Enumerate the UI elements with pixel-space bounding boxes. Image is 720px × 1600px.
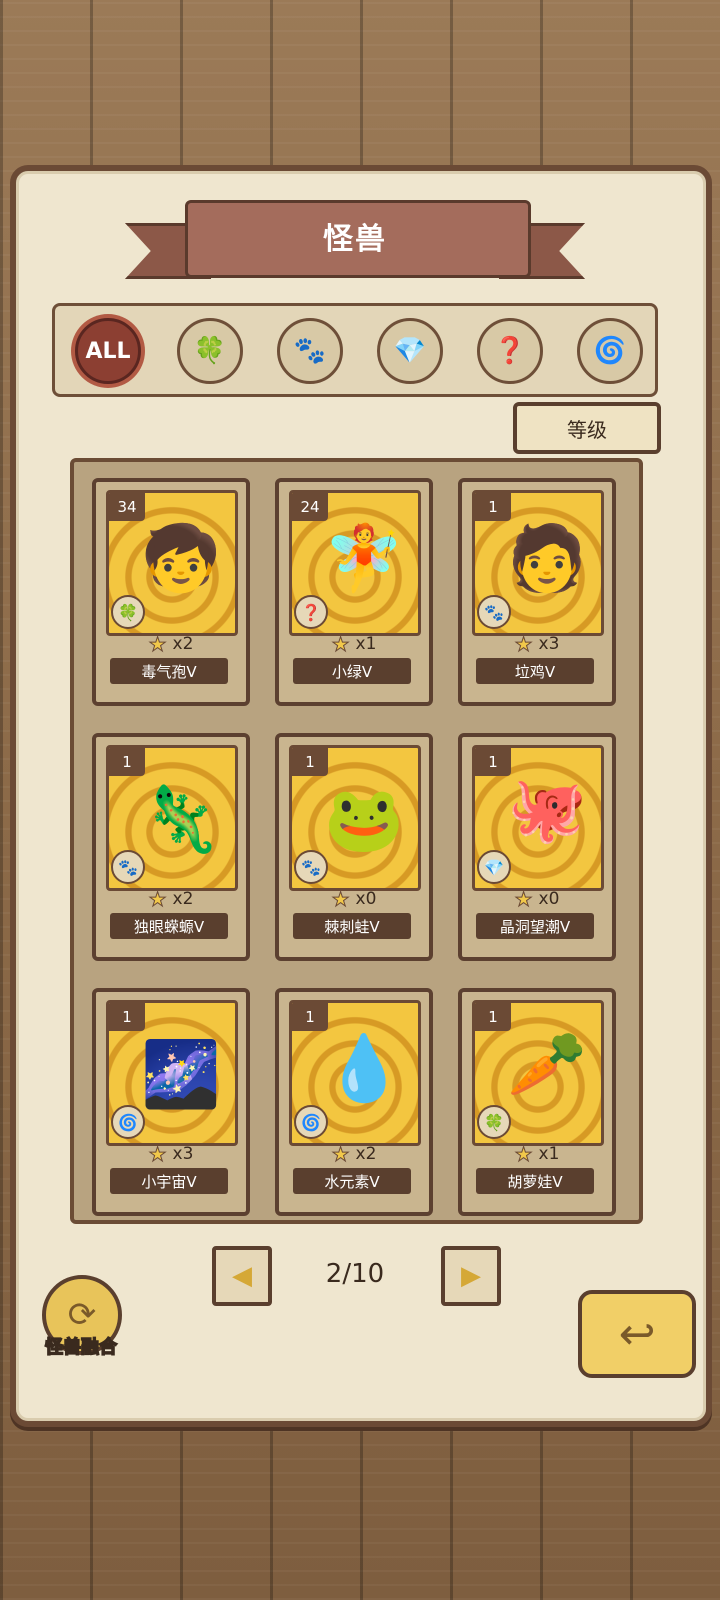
star-icon: ★	[331, 1142, 350, 1167]
fusion-label: 怪兽融合	[44, 1336, 118, 1359]
monster-card[interactable]: 🧚 24 ❓ ★ x1 小绿V	[275, 478, 433, 706]
monster-portrait: 🌌	[141, 1038, 221, 1112]
monster-portrait: 🧚	[324, 522, 404, 596]
card-art: 🥕 1 🍀	[472, 1000, 604, 1146]
level-badge: 1	[292, 1003, 328, 1031]
star-count: ★ x3	[148, 1142, 194, 1167]
monster-card[interactable]: 💧 1 🌀 ★ x2 水元素V	[275, 988, 433, 1216]
monster-name: 水元素V	[293, 1168, 411, 1194]
filter-swirl-button[interactable]: 🌀	[577, 318, 643, 384]
star-count: ★ x1	[331, 632, 377, 657]
level-badge: 1	[292, 748, 328, 776]
card-art: 🦎 1 🐾	[106, 745, 238, 891]
card-art: 🌌 1 🌀	[106, 1000, 238, 1146]
level-badge: 24	[292, 493, 328, 521]
star-count: ★ x1	[514, 1142, 560, 1167]
next-page-button[interactable]: ▶	[441, 1246, 501, 1306]
card-art: 💧 1 🌀	[289, 1000, 421, 1146]
card-art: 🐸 1 🐾	[289, 745, 421, 891]
star-icon: ★	[514, 1142, 533, 1167]
card-art: 🧚 24 ❓	[289, 490, 421, 636]
return-arrow-icon: ↩	[618, 1308, 656, 1360]
swirl-icon: 🌀	[593, 336, 627, 366]
card-art: 🧒 34 🍀	[106, 490, 238, 636]
sort-button[interactable]: 等级	[513, 402, 661, 454]
filter-all-button[interactable]: ALL	[75, 318, 141, 384]
chevron-right-icon: ▶	[461, 1261, 481, 1291]
level-badge: 1	[109, 748, 145, 776]
back-button[interactable]: ↩	[578, 1290, 696, 1378]
monster-card[interactable]: 🐸 1 🐾 ★ x0 棘刺蛙V	[275, 733, 433, 961]
monster-fusion-button[interactable]: ⟳ 怪兽融合	[38, 1275, 128, 1365]
monster-portrait: 💧	[324, 1032, 404, 1106]
star-icon: ★	[331, 887, 350, 912]
monster-portrait: 🧑	[507, 522, 587, 596]
swirl-icon: 🌀	[294, 1105, 328, 1139]
star-icon: ★	[148, 1142, 167, 1167]
filter-paw-button[interactable]: 🐾	[277, 318, 343, 384]
prev-page-button[interactable]: ◀	[212, 1246, 272, 1306]
monster-card[interactable]: 🧒 34 🍀 ★ x2 毒气孢V	[92, 478, 250, 706]
star-icon: ★	[148, 632, 167, 657]
paw-icon: 🐾	[477, 595, 511, 629]
leaf-icon: 🍀	[193, 336, 227, 366]
monster-card[interactable]: 🥕 1 🍀 ★ x1 胡萝娃V	[458, 988, 616, 1216]
filter-crystal-button[interactable]: 💎	[377, 318, 443, 384]
page-title: 怪兽	[323, 222, 387, 257]
card-art: 🧑 1 🐾	[472, 490, 604, 636]
chevron-left-icon: ◀	[232, 1261, 252, 1291]
crystal-icon: 💎	[393, 336, 427, 366]
star-icon: ★	[148, 887, 167, 912]
paw-icon: 🐾	[111, 850, 145, 884]
filter-bar: ALL 🍀 🐾 💎 ❓ 🌀	[52, 303, 658, 397]
question-icon: ❓	[493, 336, 527, 366]
star-count: ★ x0	[331, 887, 377, 912]
leaf-icon: 🍀	[111, 595, 145, 629]
level-badge: 1	[475, 1003, 511, 1031]
title-banner: 怪兽	[125, 195, 585, 285]
monster-name: 小绿V	[293, 658, 411, 684]
star-count: ★ x2	[148, 887, 194, 912]
all-icon: ALL	[85, 338, 131, 364]
filter-question-button[interactable]: ❓	[477, 318, 543, 384]
swirl-icon: 🌀	[111, 1105, 145, 1139]
star-count: ★ x3	[514, 632, 560, 657]
monster-name: 棘刺蛙V	[293, 913, 411, 939]
monster-card[interactable]: 🧑 1 🐾 ★ x3 垃鸡V	[458, 478, 616, 706]
star-icon: ★	[514, 887, 533, 912]
star-icon: ★	[514, 632, 533, 657]
monster-portrait: 🐙	[507, 773, 587, 847]
level-badge: 1	[475, 493, 511, 521]
level-badge: 1	[475, 748, 511, 776]
monster-name: 胡萝娃V	[476, 1168, 594, 1194]
star-count: ★ x2	[331, 1142, 377, 1167]
monster-name: 晶洞望潮V	[476, 913, 594, 939]
level-badge: 1	[109, 1003, 145, 1031]
filter-leaf-button[interactable]: 🍀	[177, 318, 243, 384]
question-icon: ❓	[294, 595, 328, 629]
monster-card[interactable]: 🦎 1 🐾 ★ x2 独眼蝾螈V	[92, 733, 250, 961]
star-count: ★ x2	[148, 632, 194, 657]
star-count: ★ x0	[514, 887, 560, 912]
paw-icon: 🐾	[293, 336, 327, 366]
level-badge: 34	[109, 493, 145, 521]
monster-card[interactable]: 🐙 1 💎 ★ x0 晶洞望潮V	[458, 733, 616, 961]
monster-name: 毒气孢V	[110, 658, 228, 684]
monster-card[interactable]: 🌌 1 🌀 ★ x3 小宇宙V	[92, 988, 250, 1216]
star-icon: ★	[331, 632, 350, 657]
monster-portrait: 🦎	[141, 783, 221, 857]
monster-portrait: 🧒	[141, 522, 221, 596]
monster-portrait: 🥕	[507, 1028, 587, 1102]
monster-name: 垃鸡V	[476, 658, 594, 684]
monster-name: 独眼蝾螈V	[110, 913, 228, 939]
card-art: 🐙 1 💎	[472, 745, 604, 891]
leaf-icon: 🍀	[477, 1105, 511, 1139]
crystal-icon: 💎	[477, 850, 511, 884]
monster-portrait: 🐸	[324, 783, 404, 857]
page-indicator: 2/10	[325, 1259, 385, 1289]
monster-name: 小宇宙V	[110, 1168, 228, 1194]
paw-icon: 🐾	[294, 850, 328, 884]
